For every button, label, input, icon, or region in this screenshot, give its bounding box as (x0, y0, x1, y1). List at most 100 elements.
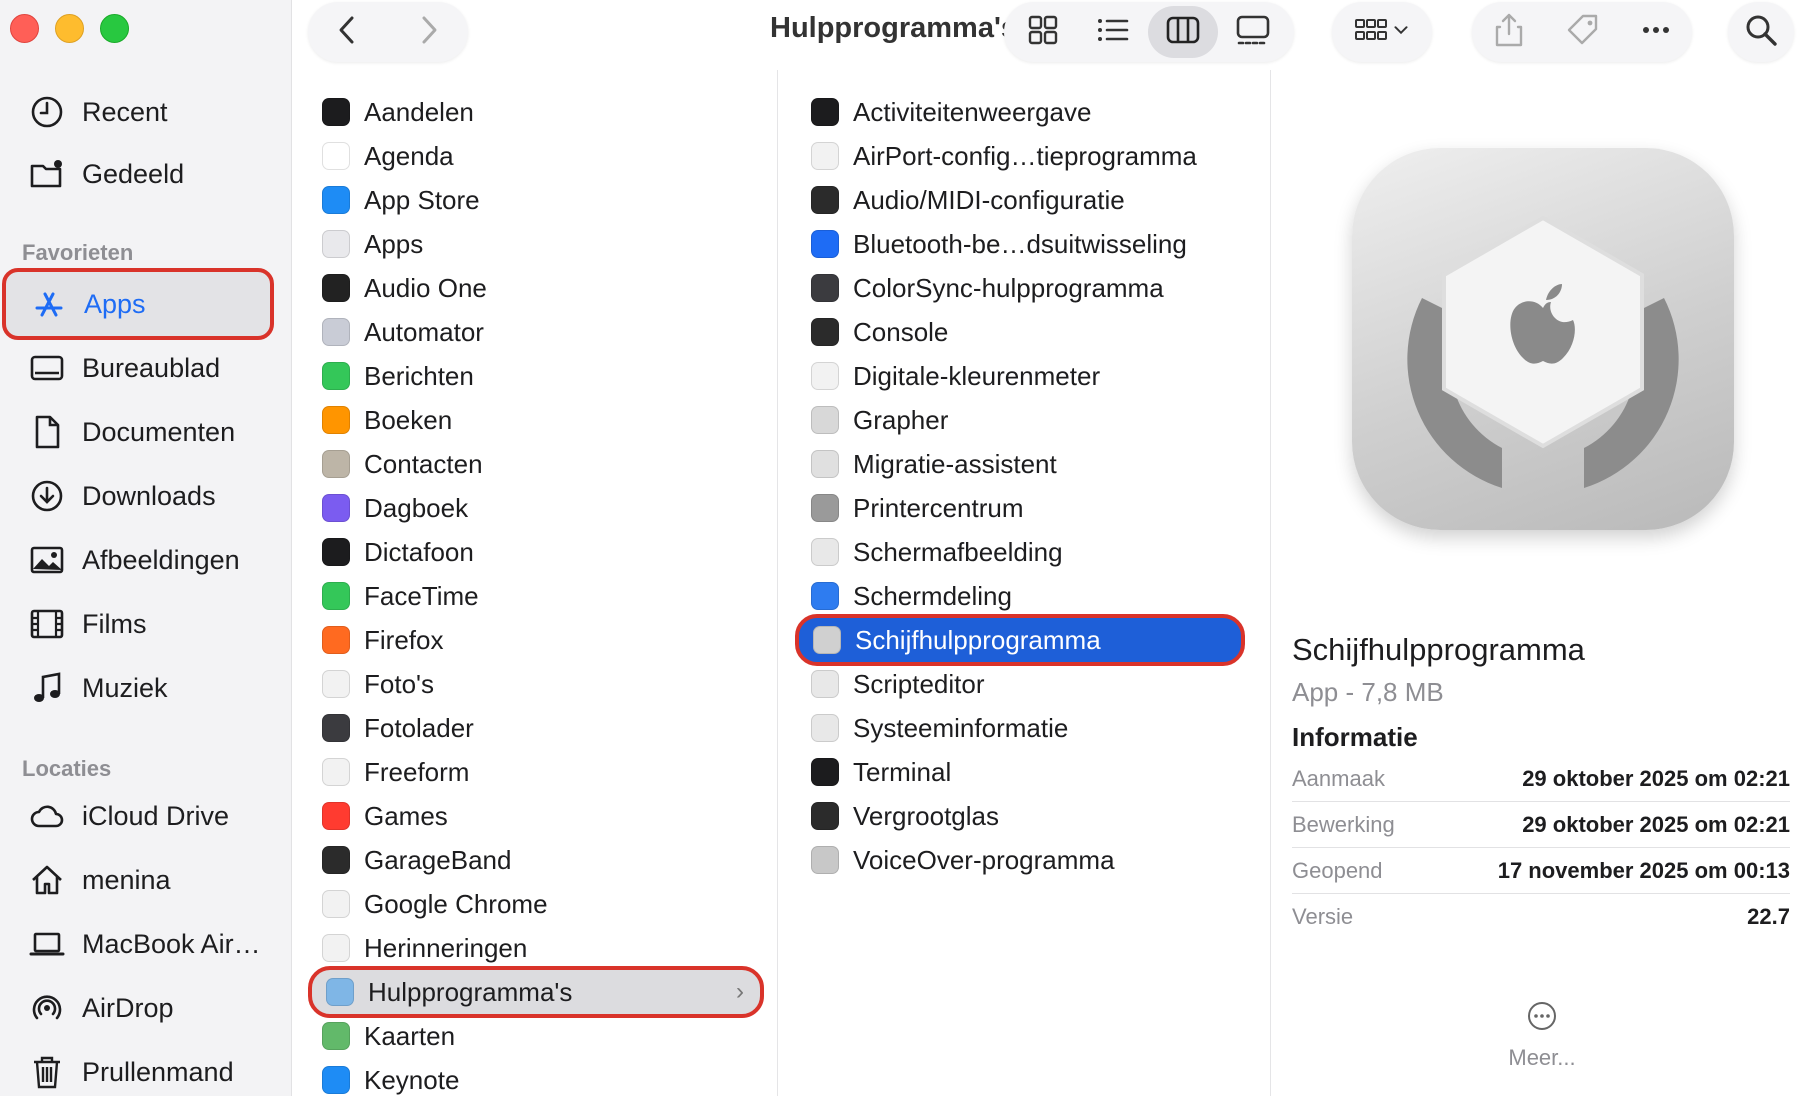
tag-icon (1565, 12, 1601, 53)
column-view-button[interactable] (1148, 6, 1218, 58)
tag-button[interactable] (1546, 2, 1620, 62)
list-item-contacten[interactable]: Contacten (322, 442, 483, 486)
close-button[interactable] (10, 14, 39, 43)
preview-info-heading: Informatie (1292, 722, 1418, 752)
app-icon (322, 714, 350, 742)
share-button[interactable] (1472, 2, 1546, 62)
list-item-automator[interactable]: Automator (322, 310, 484, 354)
app-icon (322, 626, 350, 654)
list-item-migratie-assistent[interactable]: Migratie-assistent (811, 442, 1057, 486)
list-item-foto-s[interactable]: Foto's (322, 662, 434, 706)
zoom-button[interactable] (100, 14, 129, 43)
sidebar-item-bureaublad[interactable]: Bureaublad (8, 338, 272, 398)
list-item-label: Games (364, 800, 448, 831)
list-item-label: Printercentrum (853, 492, 1024, 523)
group-by-button[interactable] (1332, 2, 1432, 62)
app-icon (322, 142, 350, 170)
list-item-google-chrome[interactable]: Google Chrome (322, 882, 548, 926)
sidebar-item-downloads[interactable]: Downloads (8, 466, 272, 526)
app-icon (322, 802, 350, 830)
list-item-schermafbeelding[interactable]: Schermafbeelding (811, 530, 1063, 574)
list-item-airport-config-tieprogramma[interactable]: AirPort-config…tieprogramma (811, 134, 1197, 178)
sidebar-item-label: Muziek (82, 672, 168, 703)
disk-utility-app-icon (1352, 148, 1734, 530)
list-item-schermdeling[interactable]: Schermdeling (811, 574, 1012, 618)
list-item-label: VoiceOver-programma (853, 844, 1115, 875)
list-item-agenda[interactable]: Agenda (322, 134, 454, 178)
info-value: 22.7 (1747, 904, 1790, 929)
list-item-audio-one[interactable]: Audio One (322, 266, 487, 310)
list-item-label: Herinneringen (364, 932, 528, 963)
sidebar-item-menina[interactable]: menina (8, 850, 272, 910)
sidebar-item-macbook-air[interactable]: MacBook Air… (8, 914, 272, 974)
list-item-herinneringen[interactable]: Herinneringen (322, 926, 527, 970)
list-item-schijfhulpprogramma[interactable]: Schijfhulpprogramma (795, 614, 1245, 666)
sidebar-item-airdrop[interactable]: AirDrop (8, 978, 272, 1038)
list-item-scripteditor[interactable]: Scripteditor (811, 662, 985, 706)
app-icon (322, 494, 350, 522)
list-item-digitale-kleurenmeter[interactable]: Digitale-kleurenmeter (811, 354, 1100, 398)
list-item-audio-midi-configuratie[interactable]: Audio/MIDI-configuratie (811, 178, 1125, 222)
info-key: Geopend (1292, 857, 1383, 883)
sidebar-item-films[interactable]: Films (8, 594, 272, 654)
list-item-dictafoon[interactable]: Dictafoon (322, 530, 474, 574)
list-item-games[interactable]: Games (322, 794, 448, 838)
list-item-hulpprogramma-s[interactable]: Hulpprogramma's › (308, 966, 764, 1018)
list-item-bluetooth-be-dsuitwisseling[interactable]: Bluetooth-be…dsuitwisseling (811, 222, 1187, 266)
list-item-label: Berichten (364, 360, 474, 391)
list-item-berichten[interactable]: Berichten (322, 354, 474, 398)
list-item-terminal[interactable]: Terminal (811, 750, 951, 794)
search-button[interactable] (1728, 2, 1794, 62)
chevron-right-icon: › (736, 978, 744, 1005)
sidebar-item-icloud-drive[interactable]: iCloud Drive (8, 786, 272, 846)
list-item-label: Kaarten (364, 1020, 456, 1051)
list-item-label: Hulpprogramma's (368, 976, 573, 1007)
list-item-keynote[interactable]: Keynote (322, 1058, 459, 1096)
list-item-app-store[interactable]: App Store (322, 178, 480, 222)
list-item-activiteitenweergave[interactable]: Activiteitenweergave (811, 90, 1091, 134)
app-icon (322, 274, 350, 302)
list-item-colorsync-hulpprogramma[interactable]: ColorSync-hulpprogramma (811, 266, 1164, 310)
more-actions-button[interactable] (1620, 2, 1692, 62)
icon-view-button[interactable] (1008, 2, 1078, 62)
list-item-console[interactable]: Console (811, 310, 948, 354)
list-item-aandelen[interactable]: Aandelen (322, 90, 474, 134)
gallery-view-button[interactable] (1218, 2, 1288, 62)
sidebar-item-documenten[interactable]: Documenten (8, 402, 272, 462)
toolbar: Hulpprogramma's (292, 0, 1802, 70)
list-item-voiceover-programma[interactable]: VoiceOver-programma (811, 838, 1115, 882)
list-item-freeform[interactable]: Freeform (322, 750, 469, 794)
list-view-button[interactable] (1078, 2, 1148, 62)
sidebar-item-recent[interactable]: Recent (8, 82, 272, 142)
list-item-firefox[interactable]: Firefox (322, 618, 443, 662)
clock-icon (26, 91, 68, 133)
list-item-fotolader[interactable]: Fotolader (322, 706, 474, 750)
list-item-grapher[interactable]: Grapher (811, 398, 948, 442)
list-item-label: Contacten (364, 448, 483, 479)
list-item-apps[interactable]: Apps (322, 222, 423, 266)
list-item-boeken[interactable]: Boeken (322, 398, 452, 442)
list-item-systeeminformatie[interactable]: Systeeminformatie (811, 706, 1068, 750)
minimize-button[interactable] (55, 14, 84, 43)
sidebar-item-afbeeldingen[interactable]: Afbeeldingen (8, 530, 272, 590)
list-item-facetime[interactable]: FaceTime (322, 574, 479, 618)
sidebar-item-apps[interactable]: Apps (2, 268, 274, 340)
back-button[interactable] (308, 2, 388, 62)
more-button[interactable]: Meer... (1492, 1000, 1592, 1071)
list-item-printercentrum[interactable]: Printercentrum (811, 486, 1024, 530)
list-item-garageband[interactable]: GarageBand (322, 838, 511, 882)
sidebar-item-gedeeld[interactable]: Gedeeld (8, 144, 272, 204)
list-item-vergrootglas[interactable]: Vergrootglas (811, 794, 999, 838)
actions-group (1472, 2, 1692, 62)
list-item-label: App Store (364, 184, 480, 215)
window-controls (10, 14, 129, 43)
trash-icon (26, 1051, 68, 1093)
sidebar-item-muziek[interactable]: Muziek (8, 658, 272, 718)
column-applications: Aandelen Agenda App Store Apps Audio One Auto… (308, 70, 778, 1096)
list-item-dagboek[interactable]: Dagboek (322, 486, 468, 530)
list-item-kaarten[interactable]: Kaarten (322, 1014, 455, 1058)
sidebar-item-label: Downloads (82, 480, 216, 511)
app-icon (322, 582, 350, 610)
sidebar-item-prullenmand[interactable]: Prullenmand (8, 1042, 272, 1096)
forward-button[interactable] (388, 2, 468, 62)
